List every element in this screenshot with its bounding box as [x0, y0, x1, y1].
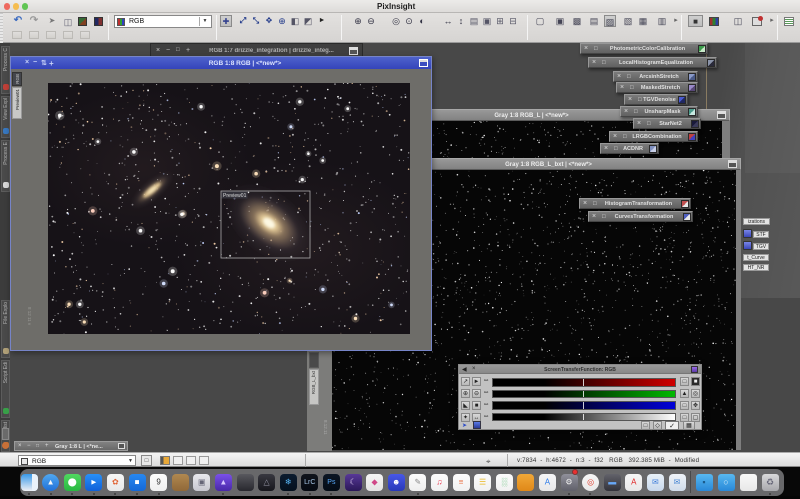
svg-text:Preview01: Preview01: [223, 193, 247, 199]
